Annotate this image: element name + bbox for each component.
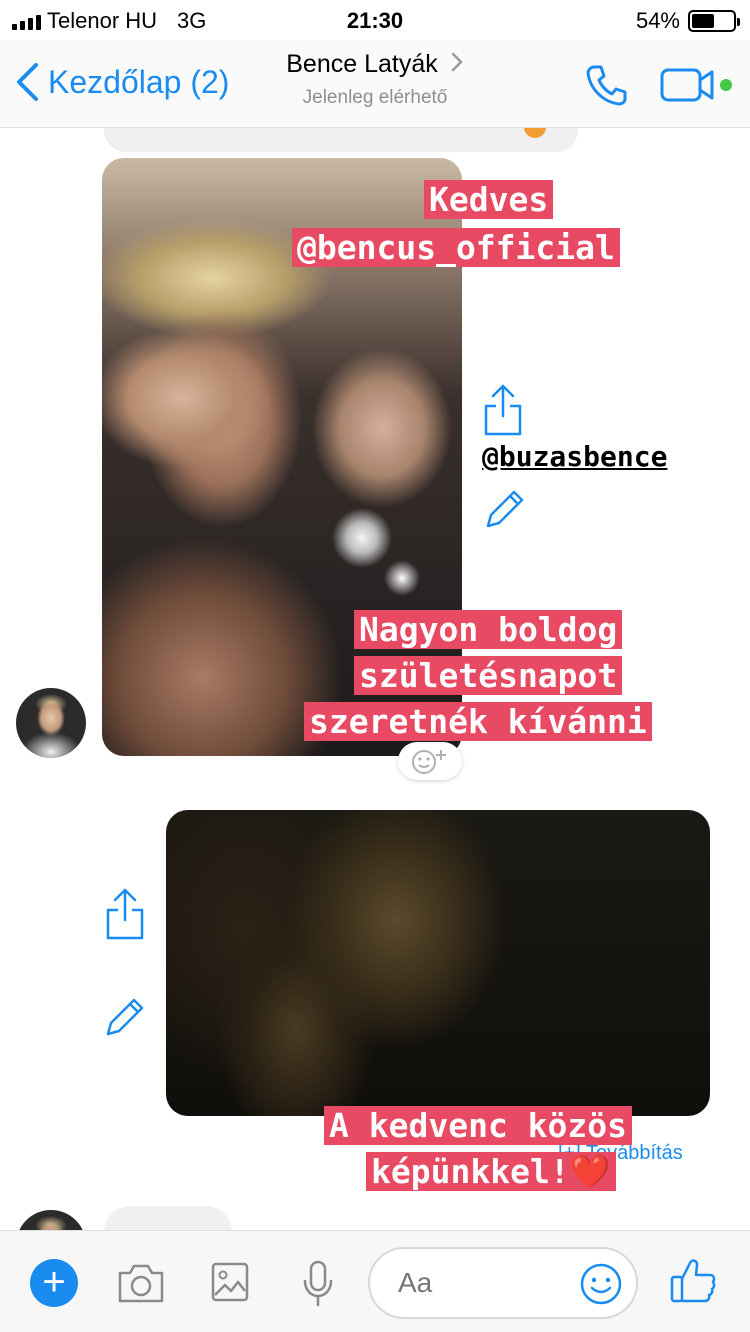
caption-line: születésnapot	[354, 656, 623, 695]
story1-caption-3: szeretnék kívánni	[304, 700, 652, 744]
emoji-picker-icon[interactable]	[578, 1261, 624, 1307]
message-composer[interactable]	[368, 1247, 638, 1319]
camera-icon[interactable]	[116, 1261, 166, 1305]
battery-percent: 54%	[635, 8, 680, 33]
emoji-icon	[524, 128, 546, 138]
edit-pencil-icon[interactable]	[102, 994, 148, 1040]
phone-icon[interactable]	[584, 62, 630, 108]
contact-name: Bence Latyák	[286, 50, 438, 78]
status-bar: Telenor HU 3G 21:30 54%	[0, 0, 750, 40]
message-input[interactable]	[398, 1267, 558, 1299]
share-icon[interactable]	[104, 886, 146, 942]
contact-name-row: Bence Latyák	[0, 50, 750, 79]
battery-fill	[692, 14, 714, 28]
chevron-right-icon	[451, 52, 463, 72]
story-photo-2[interactable]	[166, 810, 710, 1116]
add-reaction-button[interactable]	[398, 742, 462, 780]
story1-line2: @bencus_official	[292, 228, 620, 267]
story1-caption-2: születésnapot	[354, 654, 623, 698]
video-call-icon[interactable]	[658, 66, 740, 106]
caption-line: szeretnék kívánni	[304, 702, 652, 741]
story1-mention: @buzasbence	[482, 440, 667, 473]
composer-bar: +	[0, 1230, 750, 1332]
caption-line: képünkkel!❤️	[366, 1152, 616, 1191]
edit-pencil-icon[interactable]	[482, 486, 528, 532]
story1-handle: @bencus_official	[292, 226, 620, 270]
battery-icon	[688, 10, 740, 32]
message-list[interactable]: Kedves @bencus_official @buzasbence Nagy…	[0, 128, 750, 1230]
caption-line: A kedvenc közös	[324, 1106, 633, 1145]
microphone-icon[interactable]	[300, 1259, 336, 1309]
typing-bubble	[104, 1206, 232, 1230]
story1-line1: Kedves	[424, 180, 554, 219]
thumbs-up-icon[interactable]	[668, 1255, 718, 1307]
avatar[interactable]	[16, 688, 86, 758]
caption-line: Nagyon boldog	[354, 610, 623, 649]
mention-text: @buzasbence	[482, 440, 668, 473]
status-right: 54%	[635, 8, 740, 34]
story2-caption-1: A kedvenc közös	[324, 1104, 633, 1148]
story1-caption-1: Nagyon boldog	[354, 608, 623, 652]
share-icon[interactable]	[482, 382, 524, 438]
more-actions-button[interactable]: +	[30, 1259, 78, 1307]
nav-bar: Kezdőlap (2) Bence Latyák Jelenleg elérh…	[0, 40, 750, 128]
story2-caption-2: képünkkel!❤️	[366, 1150, 616, 1194]
previous-message-bubble[interactable]	[104, 128, 578, 152]
gallery-icon[interactable]	[210, 1261, 250, 1303]
avatar[interactable]	[16, 1210, 86, 1230]
smiley-plus-icon	[412, 750, 446, 774]
story1-greeting: Kedves	[424, 178, 554, 222]
presence-status: Jelenleg elérhető	[302, 87, 448, 108]
conversation-header[interactable]: Bence Latyák Jelenleg elérhető	[0, 50, 750, 109]
